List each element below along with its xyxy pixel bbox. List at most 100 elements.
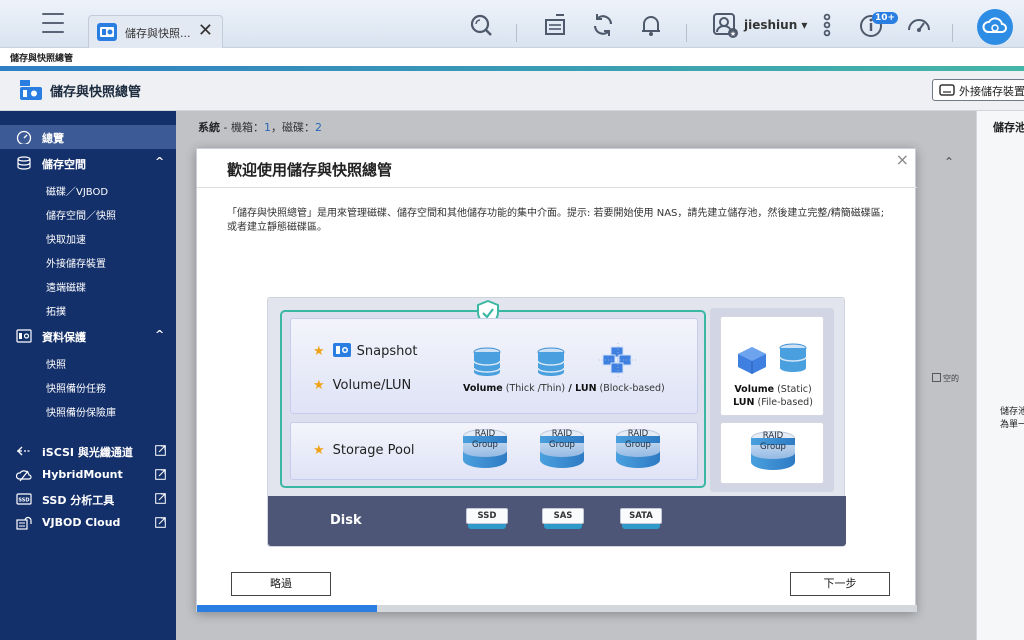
sidebar-item-overview[interactable]: 總覽 [0,125,176,149]
external-link-icon[interactable] [155,493,166,504]
next-button[interactable]: 下一步 [790,572,890,596]
search-icon[interactable] [468,12,494,38]
chevron-up-icon[interactable]: ^ [155,328,164,341]
drive-label: SSD [466,508,508,524]
sidebar-item-label: VJBOD Cloud [42,516,121,529]
sidebar-item-label: 總覽 [42,132,64,145]
raid-text: Group [472,440,498,450]
sidebar-item-label: SSD 分析工具 [42,494,115,507]
sidebar-item-vjbod-cloud[interactable]: VJBOD Cloud [0,511,176,535]
app-tab-label: 儲存與快照... [125,27,191,40]
bell-icon[interactable] [638,12,664,38]
lun-caption: / LUN [565,383,597,394]
volume-lun-label: ★ Volume/LUN [313,378,411,393]
storage-pool-panel-title: 儲存池 [993,121,1024,134]
sidebar-item-remote-disk[interactable]: 遠端磁碟 [0,274,176,298]
iscsi-icon [17,446,31,456]
sidebar-item-disks-vjbod[interactable]: 磁碟／VJBOD [0,178,176,202]
database-icon [17,156,31,170]
lun-detail: (Block-based) [596,383,665,394]
panel-text-line: 儲存池 [1000,407,1024,417]
chevron-up-icon[interactable]: ^ [155,155,164,168]
sync-icon[interactable] [590,12,616,38]
storage-architecture-diagram: ★ Snapshot ★ Volume/LUN Volume (Thick /Thi… [267,297,846,547]
external-link-icon[interactable] [155,517,166,528]
sidebar-item-storage-space[interactable]: 儲存空間 ^ [0,151,176,175]
raid-text: RAID [474,429,496,439]
sidebar-item-snapshot-vault[interactable]: 快照備份保險庫 [0,399,176,423]
sidebar-item-topology[interactable]: 拓撲 [0,298,176,322]
ssd-icon: SSD [16,493,32,505]
sidebar-item-ssd-profiling[interactable]: SSD SSD 分析工具 [0,487,176,511]
dialog-divider [197,187,917,188]
main-menu-icon[interactable] [42,13,64,33]
sidebar-item-label: 快照 [46,360,66,371]
sidebar-item-snapshot-backup-jobs[interactable]: 快照備份任務 [0,375,176,399]
sidebar-item-storage-snapshots[interactable]: 儲存空間／快照 [0,202,176,226]
storage-app-icon [20,80,42,100]
svg-text:★: ★ [730,30,736,38]
raid-text: Group [760,442,786,452]
storage-pool-layer: ★ Storage Pool RAID Group RAID Group RAID Gr… [290,422,698,480]
static-volume-text: Volume [734,384,775,395]
external-storage-label: 外接儲存裝置 [959,85,1024,98]
raid-group-icon: RAID Group [751,431,795,477]
user-avatar-icon[interactable]: ★ [712,12,738,38]
notification-badge: 10+ [872,12,899,24]
raid-text: RAID [627,429,649,439]
external-storage-button[interactable]: 外接儲存裝置 [932,79,1024,101]
disk-layer: Disk SSD SAS SATA [268,496,846,546]
welcome-dialog: 歡迎使用儲存與快照總管 × 「儲存與快照總管」是用來管理磁碟、儲存空間和其他儲存… [196,148,917,612]
thick-thin-stack: ★ Snapshot ★ Volume/LUN Volume (Thick /Thi… [280,300,706,488]
sidebar-item-label: 儲存空間／快照 [46,211,116,222]
volume-cylinder-icon [537,347,565,376]
skip-button[interactable]: 略過 [231,572,331,596]
sidebar-item-label: 快取加速 [46,235,86,246]
external-link-icon[interactable] [155,445,166,456]
sidebar-item-label: 資料保護 [42,331,86,344]
sidebar-item-label: iSCSI 與光纖通道 [42,446,133,459]
svg-text:SSD: SSD [18,498,29,504]
star-icon: ★ [313,443,325,458]
external-link-icon[interactable] [155,469,166,480]
snapshot-text: Snapshot [356,344,418,359]
sidebar-item-cache-acceleration[interactable]: 快取加速 [0,226,176,250]
vjbod-cloud-icon [16,516,32,530]
static-raid-box: RAID Group [720,422,824,484]
storage-pool-text: Storage Pool [332,443,415,458]
raid-text: RAID [762,431,784,441]
tasks-icon[interactable] [542,12,568,38]
star-icon: ★ [313,344,325,359]
snapshot-icon [16,329,32,343]
lun-blocks-icon [599,343,637,378]
sidebar-item-external-storage[interactable]: 外接儲存裝置 [0,250,176,274]
sidebar-item-data-protection[interactable]: 資料保護 ^ [0,324,176,348]
static-volume-box: Volume (Static) LUN (File-based) [720,316,824,416]
more-options-icon[interactable] [814,12,840,38]
volume-lun-text: Volume/LUN [332,378,412,393]
sidebar-item-snapshots[interactable]: 快照 [0,351,176,375]
storage-pool-label: ★ Storage Pool [313,443,415,458]
panel-text-line: 為單一 [1000,420,1024,430]
resource-monitor-icon[interactable] [906,12,932,38]
sidebar-item-label: HybridMount [42,468,123,481]
close-icon[interactable]: × [896,150,909,169]
external-drive-icon [939,84,955,96]
toolbar-separator [686,24,687,42]
cloud-link-icon [16,470,32,482]
cloud-icon[interactable] [977,9,1013,45]
volume-detail: (Thick /Thin) [502,383,566,394]
sidebar-item-label: 外接儲存裝置 [46,259,106,270]
raid-group-icon: RAID Group [616,429,660,475]
sidebar-item-hybridmount[interactable]: HybridMount [0,463,176,487]
sidebar-item-iscsi[interactable]: iSCSI 與光纖通道 [0,439,176,463]
toolbar-separator [952,24,953,42]
app-title: 儲存與快照總管 [50,85,142,100]
ssd-drive-icon: SSD [466,508,508,532]
user-name[interactable]: jieshiun ▾ [744,18,807,32]
dialog-description: 「儲存與快照總管」是用來管理磁碟、儲存空間和其他儲存功能的集中介面。提示: 若要… [227,208,885,233]
app-tab-storage[interactable]: 儲存與快照... ✕ [88,15,223,48]
close-tab-icon[interactable]: ✕ [198,20,213,41]
volume-cylinder-icon [473,347,501,376]
static-lun-detail: (File-based) [754,397,813,408]
